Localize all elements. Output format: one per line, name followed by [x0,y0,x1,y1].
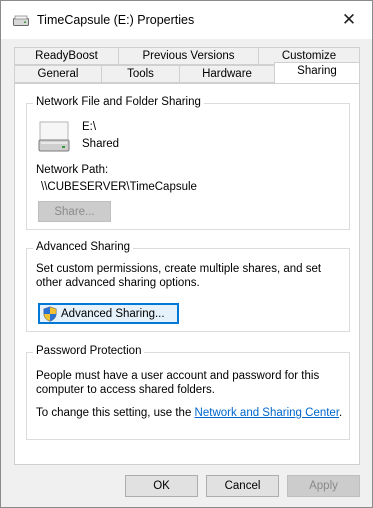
tab-readyboost[interactable]: ReadyBoost [14,47,119,65]
close-icon: ✕ [341,10,357,29]
title-bar: TimeCapsule (E:) Properties ✕ [1,1,372,39]
sharing-tab-panel: Network File and Folder Sharing E:\ Shar… [14,83,360,465]
tab-sharing[interactable]: Sharing [274,62,360,83]
network-path-label: Network Path: [36,164,109,176]
password-protection-group: Password Protection People must have a u… [26,345,350,440]
ok-button[interactable]: OK [125,475,198,497]
advanced-sharing-description: Set custom permissions, create multiple … [36,263,322,289]
cancel-button[interactable]: Cancel [206,475,279,497]
network-sharing-group: Network File and Folder Sharing E:\ Shar… [26,96,350,230]
network-path-value: \\CUBESERVER\TimeCapsule [41,181,197,193]
advanced-sharing-heading: Advanced Sharing [33,241,133,253]
tab-tools[interactable]: Tools [101,65,180,83]
share-button[interactable]: Share... [38,201,111,222]
properties-dialog: TimeCapsule (E:) Properties ✕ ReadyBoost… [0,0,373,508]
change-setting-period: . [339,407,343,419]
drive-icon [13,15,29,30]
drive-share-status: Shared [82,138,120,150]
drive-icon [38,120,70,157]
advanced-sharing-button-label: Advanced Sharing... [61,307,165,320]
tab-hardware[interactable]: Hardware [179,65,275,83]
advanced-sharing-group: Advanced Sharing Set custom permissions,… [26,241,350,332]
password-protection-heading: Password Protection [33,345,145,357]
tab-previous-versions[interactable]: Previous Versions [118,47,259,65]
tab-general[interactable]: General [14,65,102,83]
tab-strip: ReadyBoost Previous Versions Customize G… [1,39,372,85]
drive-name: E:\ [82,121,97,133]
password-protection-description: People must have a user account and pass… [36,370,320,396]
network-sharing-heading: Network File and Folder Sharing [33,96,204,108]
change-setting-prefix: To change this setting, use the [36,407,195,419]
network-sharing-center-link[interactable]: Network and Sharing Center [195,407,339,419]
advanced-sharing-button[interactable]: Advanced Sharing... [38,303,179,324]
uac-shield-icon [42,305,58,322]
change-setting-text: To change this setting, use the Network … [36,407,346,419]
apply-button[interactable]: Apply [287,475,360,497]
window-title: TimeCapsule (E:) Properties [37,13,195,27]
close-button[interactable]: ✕ [326,1,372,39]
